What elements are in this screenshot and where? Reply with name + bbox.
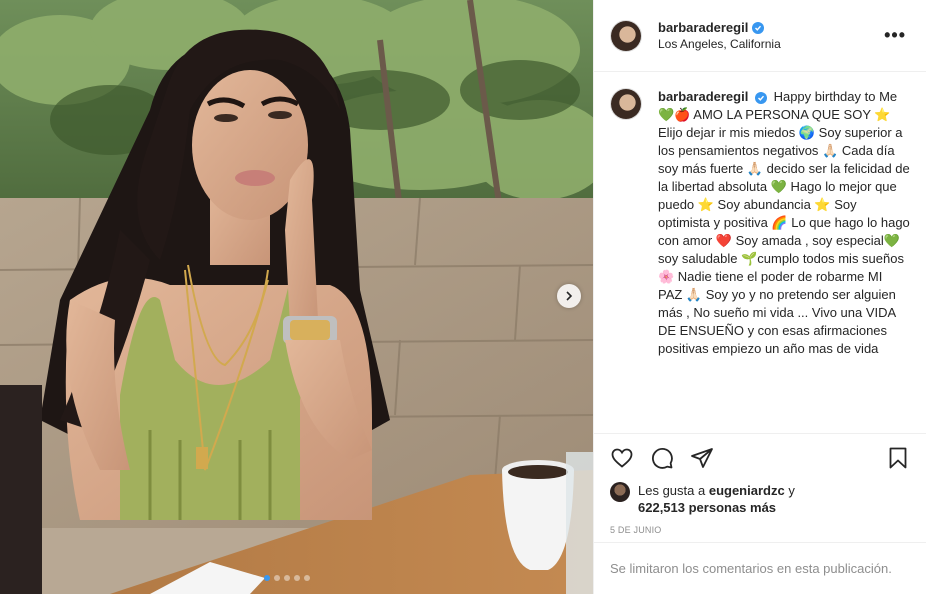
verified-badge-icon [754,92,767,104]
carousel-dot [294,575,300,581]
caption-username[interactable]: barbaraderegil [658,89,748,104]
author-username[interactable]: barbaraderegil [658,20,748,35]
carousel-dot [264,575,270,581]
heart-icon [611,448,633,468]
bookmark-icon [889,447,907,469]
more-options-button[interactable]: ••• [884,25,910,46]
author-avatar[interactable] [610,19,642,52]
liker-avatar[interactable] [610,482,630,502]
carousel-dot [304,575,310,581]
post-photo[interactable] [0,0,593,594]
likes-summary: Les gusta a eugeniardzc y 622,513 person… [594,482,926,520]
caption: barbaraderegil Happy birthday to Me 💚🍎 A… [658,88,910,433]
like-button[interactable] [602,438,642,478]
share-button[interactable] [682,438,722,478]
carousel-indicator [264,575,310,581]
carousel-dot [274,575,280,581]
post-side-panel: barbaraderegil Los Angeles, California •… [593,0,926,594]
caption-section: barbaraderegil Happy birthday to Me 💚🍎 A… [594,72,926,434]
likes-conjunction: y [788,483,795,498]
save-button[interactable] [878,438,918,478]
post-date[interactable]: 5 DE JUNIO [594,520,926,540]
comments-disabled-notice: Se limitaron los comentarios en esta pub… [594,542,926,594]
post-location[interactable]: Los Angeles, California [658,37,884,51]
verified-badge-icon [752,21,765,34]
paper-plane-icon [691,448,713,468]
likes-prefix: Les gusta a [638,483,706,498]
comment-button[interactable] [642,438,682,478]
comment-icon [652,448,673,469]
post-header: barbaraderegil Los Angeles, California •… [594,0,926,72]
next-slide-button[interactable] [557,284,581,308]
carousel-dot [284,575,290,581]
likes-count[interactable]: 622,513 personas más [638,500,776,515]
action-bar [594,434,926,482]
chevron-right-icon [566,291,573,301]
caption-text: Happy birthday to Me 💚🍎 AMO LA PERSONA Q… [658,89,910,356]
liker-username[interactable]: eugeniardzc [709,483,785,498]
photo-scene [0,0,593,594]
caption-author-avatar[interactable] [610,88,642,120]
